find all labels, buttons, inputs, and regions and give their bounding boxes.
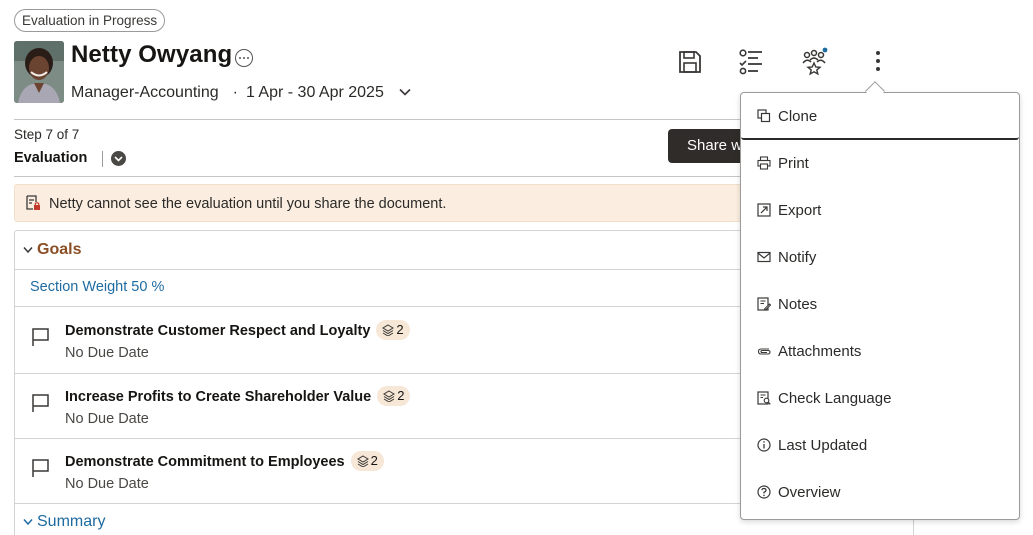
more-vertical-icon[interactable] bbox=[864, 47, 892, 77]
export-icon bbox=[757, 203, 771, 217]
check-language-icon bbox=[757, 391, 771, 405]
layers-icon bbox=[382, 324, 395, 337]
menu-item-label: Print bbox=[778, 155, 809, 172]
menu-item-check-language[interactable]: Check Language bbox=[741, 375, 1019, 422]
layers-icon bbox=[383, 390, 396, 403]
menu-item-overview[interactable]: Overview bbox=[741, 469, 1019, 516]
goal-due-date: No Due Date bbox=[65, 411, 149, 427]
save-icon[interactable] bbox=[676, 47, 704, 77]
menu-item-clone[interactable]: Clone bbox=[741, 93, 1019, 140]
menu-item-label: Last Updated bbox=[778, 437, 868, 454]
menu-item-label: Check Language bbox=[778, 390, 892, 407]
menu-item-attachments[interactable]: Attachments bbox=[741, 328, 1019, 375]
print-icon bbox=[757, 156, 771, 170]
menu-item-notes[interactable]: Notes bbox=[741, 281, 1019, 328]
menu-item-export[interactable]: Export bbox=[741, 187, 1019, 234]
section-weight: Section Weight 50 % bbox=[30, 279, 165, 295]
clone-icon bbox=[757, 109, 771, 123]
separator-dot: · bbox=[232, 84, 238, 101]
person-role: Manager-Accounting bbox=[71, 84, 219, 101]
notification-dot bbox=[822, 47, 828, 53]
person-subline: Manager-Accounting · 1 Apr - 30 Apr 2025 bbox=[71, 84, 384, 102]
checklist-icon[interactable] bbox=[737, 47, 765, 77]
menu-item-notify[interactable]: Notify bbox=[741, 234, 1019, 281]
flag-icon bbox=[32, 394, 49, 412]
banner-text: Netty cannot see the evaluation until yo… bbox=[49, 196, 447, 212]
menu-item-print[interactable]: Print bbox=[741, 140, 1019, 187]
flag-icon bbox=[32, 328, 49, 346]
summary-title: Summary bbox=[37, 513, 106, 530]
goal-due-date: No Due Date bbox=[65, 345, 149, 361]
goal-title[interactable]: Demonstrate Customer Respect and Loyalty… bbox=[65, 320, 410, 340]
help-icon bbox=[757, 485, 771, 499]
flag-icon bbox=[32, 459, 49, 477]
goals-section-header[interactable]: Goals bbox=[23, 241, 81, 259]
team-feedback-icon[interactable] bbox=[800, 47, 828, 77]
step-title: Evaluation bbox=[14, 150, 88, 166]
layers-badge: 2 bbox=[377, 386, 411, 406]
person-name: Netty Owyang bbox=[71, 41, 233, 68]
chevron-down-icon bbox=[23, 513, 33, 531]
paperclip-icon bbox=[757, 348, 771, 355]
info-icon bbox=[757, 438, 771, 452]
menu-item-label: Notes bbox=[778, 296, 818, 313]
notes-icon bbox=[757, 297, 771, 311]
step-separator bbox=[102, 151, 103, 167]
goal-title[interactable]: Increase Profits to Create Shareholder V… bbox=[65, 386, 411, 406]
summary-section-header[interactable]: Summary bbox=[23, 513, 105, 531]
actions-menu: Clone Print Export Notify Notes Attachme… bbox=[740, 92, 1020, 520]
menu-item-label: Notify bbox=[778, 249, 817, 266]
goal-title[interactable]: Demonstrate Commitment to Employees 2 bbox=[65, 451, 384, 471]
menu-item-label: Export bbox=[778, 202, 822, 219]
goal-due-date: No Due Date bbox=[65, 476, 149, 492]
chevron-down-icon bbox=[23, 241, 33, 259]
mail-icon bbox=[757, 251, 771, 263]
layers-icon bbox=[356, 455, 369, 468]
chevron-down-icon[interactable] bbox=[398, 85, 412, 99]
layers-badge: 2 bbox=[350, 451, 384, 471]
status-badge: Evaluation in Progress bbox=[14, 9, 166, 32]
menu-item-last-updated[interactable]: Last Updated bbox=[741, 422, 1019, 469]
document-lock-icon bbox=[26, 195, 40, 210]
evaluation-period: 1 Apr - 30 Apr 2025 bbox=[245, 84, 384, 101]
menu-item-label: Attachments bbox=[778, 343, 862, 360]
goals-title: Goals bbox=[37, 241, 82, 258]
menu-item-label: Clone bbox=[778, 108, 818, 125]
share-button[interactable]: Share w bbox=[668, 129, 748, 163]
step-chevron-icon[interactable] bbox=[111, 151, 126, 166]
layers-badge: 2 bbox=[376, 320, 410, 340]
more-options-icon[interactable] bbox=[235, 49, 253, 67]
avatar bbox=[14, 41, 64, 103]
menu-item-label: Overview bbox=[778, 484, 841, 501]
step-counter: Step 7 of 7 bbox=[14, 127, 80, 142]
